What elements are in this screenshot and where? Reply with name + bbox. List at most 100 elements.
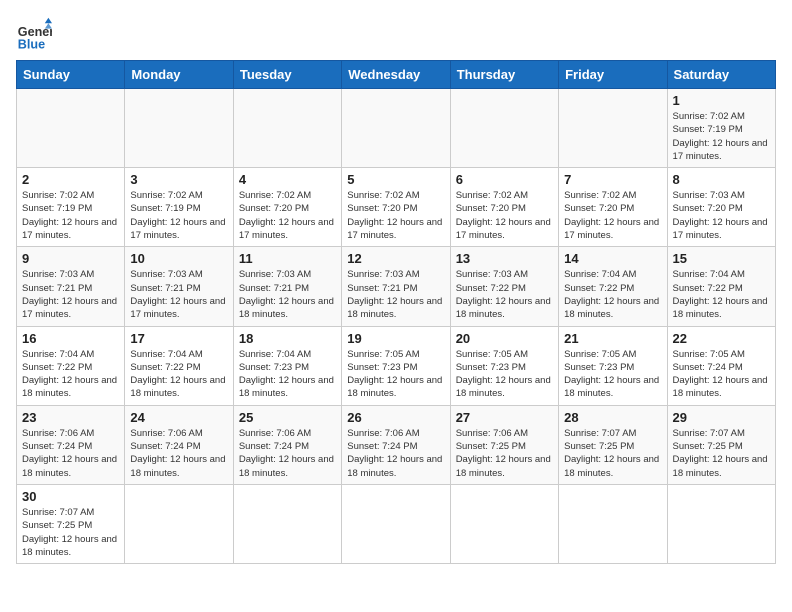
day-info: Sunrise: 7:05 AM Sunset: 7:23 PM Dayligh… [347,348,444,401]
day-number: 15 [673,251,770,266]
day-number: 10 [130,251,227,266]
calendar-day-3: 3Sunrise: 7:02 AM Sunset: 7:19 PM Daylig… [125,168,233,247]
calendar-day-14: 14 Sunrise: 7:04 AM Sunset: 7:22 PM Dayli… [559,247,667,326]
calendar-day-23: 23 Sunrise: 7:06 AM Sunset: 7:24 PM Dayli… [17,405,125,484]
calendar-day-empty [233,89,341,168]
day-number: 21 [564,331,661,346]
day-of-week-thursday: Thursday [450,61,558,89]
calendar-day-11: 11Sunrise: 7:03 AM Sunset: 7:21 PM Dayli… [233,247,341,326]
calendar-day-26: 26 Sunrise: 7:06 AM Sunset: 7:24 PM Dayli… [342,405,450,484]
day-info: Sunrise: 7:02 AM Sunset: 7:19 PM Dayligh… [130,189,227,242]
calendar-day-empty [450,89,558,168]
calendar-day-13: 13 Sunrise: 7:03 AM Sunset: 7:22 PM Dayli… [450,247,558,326]
calendar-day-empty [342,484,450,563]
calendar-day-empty [125,89,233,168]
day-number: 16 [22,331,119,346]
day-info: Sunrise: 7:02 AM Sunset: 7:20 PM Dayligh… [564,189,661,242]
day-number: 13 [456,251,553,266]
calendar-day-18: 18 Sunrise: 7:04 AM Sunset: 7:23 PM Dayli… [233,326,341,405]
page-header: General Blue [16,16,776,52]
calendar-day-15: 15 Sunrise: 7:04 AM Sunset: 7:22 PM Dayli… [667,247,775,326]
day-number: 7 [564,172,661,187]
day-number: 26 [347,410,444,425]
day-number: 23 [22,410,119,425]
day-info: Sunrise: 7:04 AM Sunset: 7:22 PM Dayligh… [564,268,661,321]
day-number: 1 [673,93,770,108]
day-info: Sunrise: 7:02 AM Sunset: 7:20 PM Dayligh… [239,189,336,242]
day-number: 2 [22,172,119,187]
calendar-day-25: 25 Sunrise: 7:06 AM Sunset: 7:24 PM Dayli… [233,405,341,484]
calendar-day-7: 7 Sunrise: 7:02 AM Sunset: 7:20 PM Daylig… [559,168,667,247]
day-info: Sunrise: 7:03 AM Sunset: 7:22 PM Dayligh… [456,268,553,321]
calendar-day-24: 24Sunrise: 7:06 AM Sunset: 7:24 PM Dayli… [125,405,233,484]
calendar-day-8: 8 Sunrise: 7:03 AM Sunset: 7:20 PM Daylig… [667,168,775,247]
day-number: 8 [673,172,770,187]
day-of-week-monday: Monday [125,61,233,89]
day-info: Sunrise: 7:07 AM Sunset: 7:25 PM Dayligh… [22,506,119,559]
calendar-day-2: 2 Sunrise: 7:02 AM Sunset: 7:19 PM Daylig… [17,168,125,247]
calendar-day-30: 30 Sunrise: 7:07 AM Sunset: 7:25 PM Dayli… [17,484,125,563]
day-number: 27 [456,410,553,425]
calendar-day-9: 9 Sunrise: 7:03 AM Sunset: 7:21 PM Daylig… [17,247,125,326]
day-number: 4 [239,172,336,187]
calendar-table: SundayMondayTuesdayWednesdayThursdayFrid… [16,60,776,564]
day-info: Sunrise: 7:02 AM Sunset: 7:19 PM Dayligh… [673,110,770,163]
day-number: 30 [22,489,119,504]
day-info: Sunrise: 7:06 AM Sunset: 7:25 PM Dayligh… [456,427,553,480]
day-info: Sunrise: 7:03 AM Sunset: 7:21 PM Dayligh… [130,268,227,321]
day-info: Sunrise: 7:05 AM Sunset: 7:23 PM Dayligh… [456,348,553,401]
day-info: Sunrise: 7:06 AM Sunset: 7:24 PM Dayligh… [22,427,119,480]
calendar-day-22: 22 Sunrise: 7:05 AM Sunset: 7:24 PM Dayli… [667,326,775,405]
day-of-week-friday: Friday [559,61,667,89]
day-of-week-saturday: Saturday [667,61,775,89]
day-info: Sunrise: 7:03 AM Sunset: 7:20 PM Dayligh… [673,189,770,242]
day-info: Sunrise: 7:04 AM Sunset: 7:23 PM Dayligh… [239,348,336,401]
calendar-week-1: 1 Sunrise: 7:02 AM Sunset: 7:19 PM Daylig… [17,89,776,168]
calendar-day-19: 19Sunrise: 7:05 AM Sunset: 7:23 PM Dayli… [342,326,450,405]
day-number: 12 [347,251,444,266]
day-number: 18 [239,331,336,346]
day-info: Sunrise: 7:02 AM Sunset: 7:19 PM Dayligh… [22,189,119,242]
day-info: Sunrise: 7:02 AM Sunset: 7:20 PM Dayligh… [347,189,444,242]
day-number: 22 [673,331,770,346]
day-info: Sunrise: 7:04 AM Sunset: 7:22 PM Dayligh… [673,268,770,321]
calendar-day-27: 27 Sunrise: 7:06 AM Sunset: 7:25 PM Dayli… [450,405,558,484]
calendar-day-empty [559,484,667,563]
day-number: 17 [130,331,227,346]
day-number: 6 [456,172,553,187]
day-info: Sunrise: 7:04 AM Sunset: 7:22 PM Dayligh… [22,348,119,401]
day-info: Sunrise: 7:02 AM Sunset: 7:20 PM Dayligh… [456,189,553,242]
day-info: Sunrise: 7:07 AM Sunset: 7:25 PM Dayligh… [673,427,770,480]
calendar-day-empty [233,484,341,563]
day-of-week-sunday: Sunday [17,61,125,89]
day-info: Sunrise: 7:03 AM Sunset: 7:21 PM Dayligh… [239,268,336,321]
day-info: Sunrise: 7:03 AM Sunset: 7:21 PM Dayligh… [347,268,444,321]
calendar-day-empty [450,484,558,563]
calendar-header-row: SundayMondayTuesdayWednesdayThursdayFrid… [17,61,776,89]
day-number: 5 [347,172,444,187]
day-info: Sunrise: 7:06 AM Sunset: 7:24 PM Dayligh… [239,427,336,480]
calendar-week-6: 30 Sunrise: 7:07 AM Sunset: 7:25 PM Dayli… [17,484,776,563]
calendar-week-3: 9 Sunrise: 7:03 AM Sunset: 7:21 PM Daylig… [17,247,776,326]
calendar-day-21: 21 Sunrise: 7:05 AM Sunset: 7:23 PM Dayli… [559,326,667,405]
day-of-week-wednesday: Wednesday [342,61,450,89]
day-number: 9 [22,251,119,266]
logo-icon: General Blue [16,16,52,52]
day-number: 25 [239,410,336,425]
day-info: Sunrise: 7:07 AM Sunset: 7:25 PM Dayligh… [564,427,661,480]
svg-text:Blue: Blue [18,37,45,51]
calendar-day-29: 29Sunrise: 7:07 AM Sunset: 7:25 PM Dayli… [667,405,775,484]
calendar-day-empty [342,89,450,168]
calendar-day-empty [17,89,125,168]
calendar-day-28: 28Sunrise: 7:07 AM Sunset: 7:25 PM Dayli… [559,405,667,484]
day-info: Sunrise: 7:05 AM Sunset: 7:23 PM Dayligh… [564,348,661,401]
calendar-day-4: 4 Sunrise: 7:02 AM Sunset: 7:20 PM Daylig… [233,168,341,247]
day-info: Sunrise: 7:06 AM Sunset: 7:24 PM Dayligh… [130,427,227,480]
calendar-day-12: 12 Sunrise: 7:03 AM Sunset: 7:21 PM Dayli… [342,247,450,326]
calendar-day-6: 6 Sunrise: 7:02 AM Sunset: 7:20 PM Daylig… [450,168,558,247]
day-info: Sunrise: 7:03 AM Sunset: 7:21 PM Dayligh… [22,268,119,321]
day-number: 14 [564,251,661,266]
day-info: Sunrise: 7:05 AM Sunset: 7:24 PM Dayligh… [673,348,770,401]
day-info: Sunrise: 7:06 AM Sunset: 7:24 PM Dayligh… [347,427,444,480]
calendar-day-empty [667,484,775,563]
